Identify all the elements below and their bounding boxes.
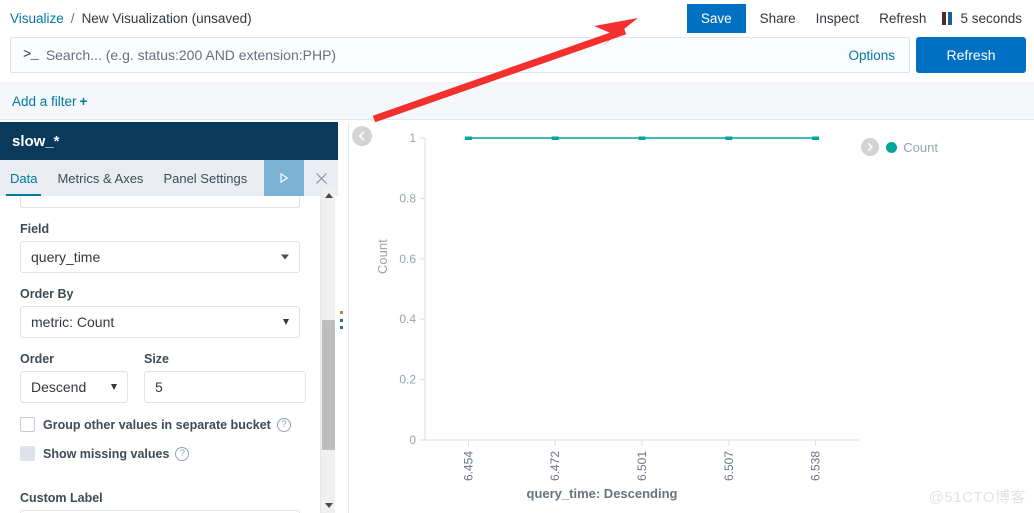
- tab-data[interactable]: Data: [0, 160, 47, 196]
- show-missing-checkbox: [20, 446, 35, 461]
- close-icon: [315, 172, 327, 184]
- svg-text:0.4: 0.4: [399, 312, 416, 326]
- breadcrumb-current: New Visualization (unsaved): [81, 10, 252, 26]
- scrollbar-thumb[interactable]: [322, 320, 335, 450]
- tab-panel-settings[interactable]: Panel Settings: [153, 160, 257, 196]
- svg-text:0.6: 0.6: [399, 252, 416, 266]
- order-by-value: metric: Count: [31, 314, 115, 330]
- order-group: Order Descend: [20, 338, 128, 403]
- order-by-label: Order By: [20, 287, 74, 301]
- sidebar-tabs: Data Metrics & Axes Panel Settings: [0, 160, 338, 196]
- breadcrumb: Visualize / New Visualization (unsaved): [0, 11, 252, 26]
- chevron-down-icon: [283, 319, 289, 325]
- sidebar-form: Field query_time Order By metric: Count …: [0, 196, 338, 513]
- svg-text:6.507: 6.507: [722, 451, 736, 481]
- refresh-button[interactable]: Refresh: [916, 37, 1026, 73]
- watermark: @51CTO博客: [928, 489, 1026, 506]
- size-value: 5: [155, 379, 163, 395]
- order-label: Order: [20, 352, 55, 366]
- order-size-row: Order Descend Size 5: [20, 338, 316, 403]
- tabs-spacer: [257, 160, 264, 196]
- play-icon: [280, 172, 289, 184]
- query-bar[interactable]: >_ Options: [10, 37, 910, 73]
- field-select-value: query_time: [31, 249, 101, 265]
- line-chart-svg[interactable]: 1 0.8 0.6 0.4 0.2 0 6.454 6.472 6.501 6.507 6.538: [349, 122, 1034, 513]
- group-other-checkbox[interactable]: [20, 417, 35, 432]
- breadcrumb-visualize[interactable]: Visualize: [10, 11, 64, 26]
- svg-text:6.454: 6.454: [461, 451, 475, 481]
- help-icon[interactable]: ?: [175, 446, 190, 461]
- search-input[interactable]: [45, 38, 835, 72]
- svg-text:0.8: 0.8: [399, 191, 416, 205]
- svg-text:0.2: 0.2: [399, 373, 416, 387]
- size-group: Size 5: [144, 338, 306, 403]
- chart-plot-area: Count 1 0.8 0.6 0.4 0.2 0 6.454 6.472 6.501 6.507…: [349, 122, 1034, 513]
- group-other-row: Group other values in separate bucket ?: [20, 417, 316, 432]
- svg-text:1: 1: [409, 131, 416, 145]
- chevron-up-icon: [324, 193, 333, 198]
- pause-icon[interactable]: [942, 11, 953, 25]
- scroll-up-button[interactable]: [321, 188, 336, 203]
- index-pattern-title: slow_*: [0, 122, 338, 160]
- filter-bar: Add a filter +: [0, 82, 1034, 120]
- show-missing-row: Show missing values ?: [20, 446, 316, 461]
- breadcrumb-separator: /: [70, 10, 75, 26]
- y-axis-title: Count: [375, 239, 390, 274]
- apply-changes-button[interactable]: [264, 160, 304, 196]
- chevron-down-icon: [324, 503, 333, 508]
- kibana-visualize-app: Visualize / New Visualization (unsaved) …: [0, 0, 1034, 513]
- share-button[interactable]: Share: [750, 5, 806, 32]
- show-missing-label: Show missing values: [43, 446, 170, 461]
- size-label: Size: [144, 352, 170, 366]
- scroll-down-button[interactable]: [321, 498, 336, 513]
- add-filter-label: Add a filter: [12, 93, 77, 109]
- top-bar: Visualize / New Visualization (unsaved) …: [0, 0, 1034, 36]
- custom-label-label: Custom Label: [20, 491, 103, 505]
- visualization-chart-panel: Count Count 1 0.8 0.6 0.4 0.2 0 6.454 6.472 6.50…: [348, 122, 1034, 513]
- size-input[interactable]: 5: [144, 371, 306, 403]
- svg-text:6.472: 6.472: [548, 451, 562, 481]
- svg-text:0: 0: [409, 433, 416, 447]
- prompt-icon: >_: [23, 47, 39, 63]
- svg-text:6.501: 6.501: [635, 451, 649, 481]
- visualization-editor-sidebar: slow_* Data Metrics & Axes Panel Setting…: [0, 122, 338, 513]
- group-other-label: Group other values in separate bucket: [43, 417, 271, 432]
- plus-icon: +: [79, 93, 88, 109]
- top-nav-menu: Save Share Inspect Refresh 5 seconds: [686, 0, 1030, 36]
- help-icon[interactable]: ?: [276, 417, 291, 432]
- chevron-down-icon: [111, 384, 117, 390]
- tab-metrics-axes[interactable]: Metrics & Axes: [47, 160, 153, 196]
- refresh-nav-button[interactable]: Refresh: [869, 5, 936, 32]
- order-value: Descend: [31, 379, 87, 395]
- svg-text:6.538: 6.538: [809, 451, 823, 481]
- order-select[interactable]: Descend: [20, 371, 128, 403]
- query-options-link[interactable]: Options: [834, 48, 909, 63]
- chevron-down-icon: [281, 254, 289, 260]
- field-select[interactable]: query_time: [20, 241, 300, 273]
- add-filter-button[interactable]: Add a filter +: [0, 94, 87, 109]
- sidebar-scrollbar[interactable]: [320, 188, 335, 513]
- panel-resize-handle[interactable]: [340, 311, 346, 329]
- inspect-button[interactable]: Inspect: [806, 5, 870, 32]
- save-button[interactable]: Save: [686, 3, 746, 33]
- refresh-interval-label[interactable]: 5 seconds: [960, 11, 1030, 26]
- aggregation-select-clipped[interactable]: [20, 196, 300, 208]
- order-by-select[interactable]: metric: Count: [20, 306, 300, 338]
- field-label: Field: [20, 222, 50, 236]
